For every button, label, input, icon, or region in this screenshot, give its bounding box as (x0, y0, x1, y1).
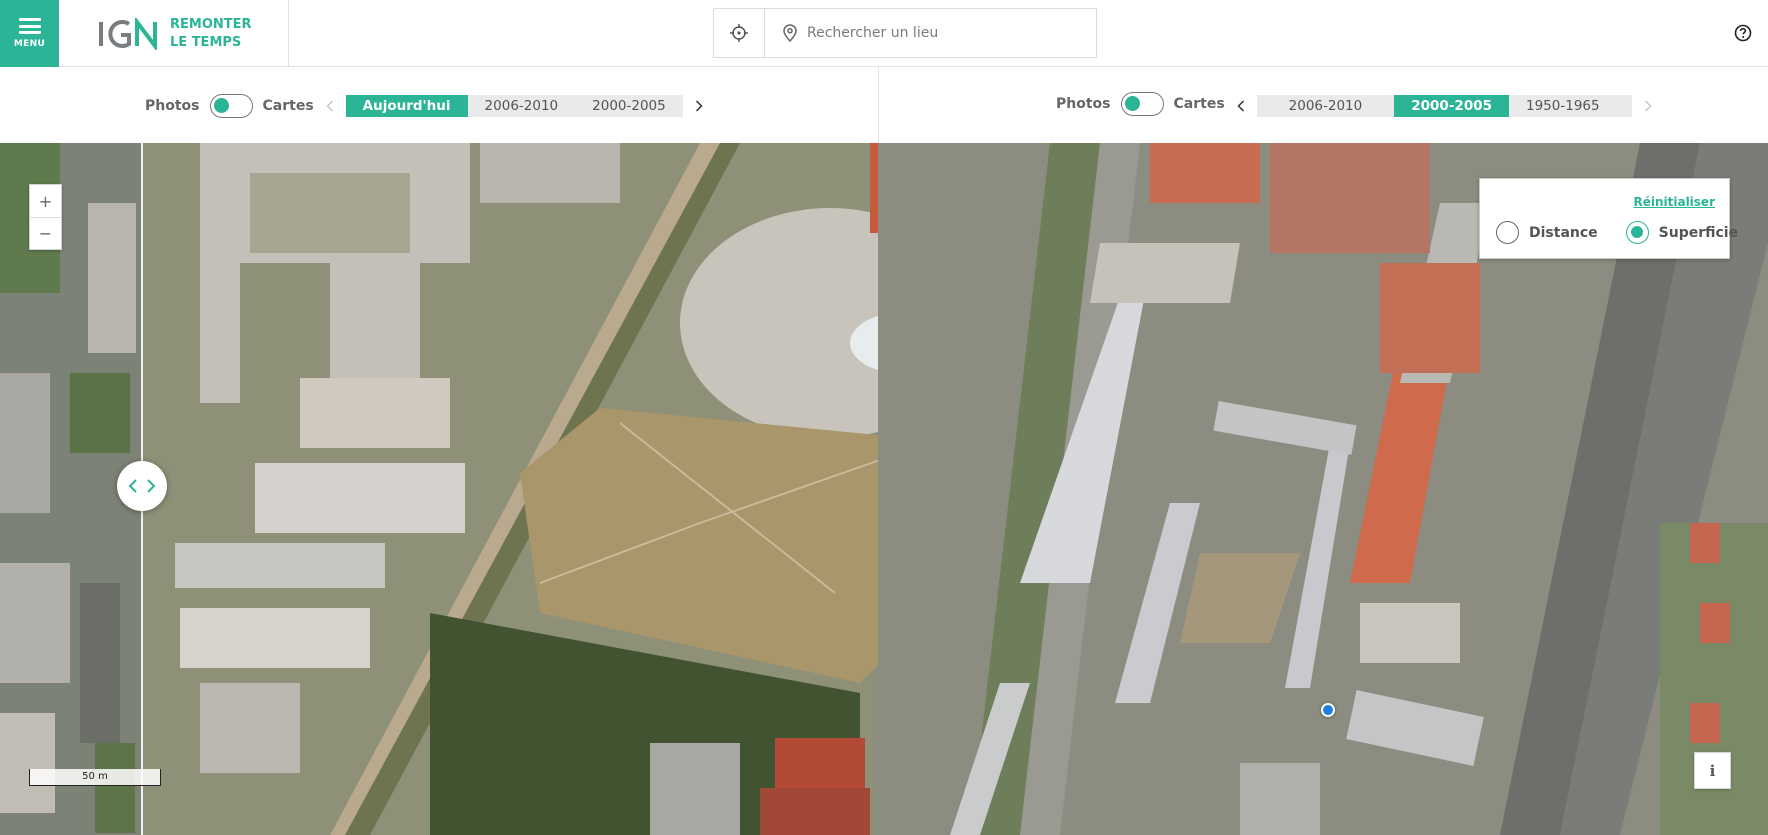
geolocate-button[interactable] (714, 9, 765, 57)
right-photos-label[interactable]: Photos (1056, 96, 1111, 112)
right-year-tabs: 2006-2010 2000-2005 1950-1965 (1256, 95, 1632, 117)
left-tab-aujourdhui[interactable]: Aujourd'hui (345, 95, 468, 117)
toggle-knob (1124, 96, 1140, 111)
current-position-marker (1321, 703, 1335, 717)
right-photos-cartes-toggle[interactable] (1120, 92, 1164, 116)
left-tab-2006-2010[interactable]: 2006-2010 (468, 95, 576, 117)
distance-radio[interactable] (1496, 221, 1519, 244)
chevron-left-icon (326, 100, 333, 112)
right-selector-row: Photos Cartes 2006-2010 2000-2005 1950-1… (1056, 92, 1658, 118)
surface-radio[interactable] (1625, 221, 1649, 244)
map-viewer[interactable]: + − 50 m Réinitialiser Distance Superfic… (0, 143, 1768, 835)
right-next-period-button[interactable] (1638, 94, 1658, 118)
right-tab-1950-1965[interactable]: 1950-1965 (1509, 95, 1632, 117)
toggle-knob (213, 98, 229, 113)
menu-button[interactable]: MENU (0, 0, 59, 67)
swipe-handle-icon (128, 479, 156, 493)
app-header: MENU REMONTER LE TEMPS (0, 0, 1768, 67)
zoom-control: + − (29, 184, 62, 250)
chevron-left-icon (1237, 100, 1244, 112)
search-field (765, 9, 1096, 57)
brand-line-2: LE TEMPS (170, 34, 242, 50)
info-button[interactable]: i (1694, 752, 1731, 789)
zoom-out-button[interactable]: − (30, 217, 61, 249)
menu-label: MENU (13, 39, 46, 49)
measure-mode-options: Distance Superficie (1496, 221, 1738, 244)
measure-panel: Réinitialiser Distance Superficie (1479, 178, 1738, 259)
right-tab-2006-2010[interactable]: 2006-2010 (1257, 95, 1395, 117)
chevron-right-icon (1644, 100, 1652, 112)
crosshair-icon (730, 24, 748, 42)
right-cartes-label[interactable]: Cartes (1174, 96, 1225, 112)
left-photos-label[interactable]: Photos (145, 98, 200, 114)
left-prev-period-button[interactable] (320, 94, 340, 118)
search-input[interactable] (807, 25, 1067, 41)
left-selector-row: Photos Cartes Aujourd'hui 2006-2010 2000… (145, 94, 709, 118)
menu-icon (18, 18, 41, 34)
ign-logo (99, 17, 157, 50)
distance-label[interactable]: Distance (1529, 225, 1598, 241)
search-bar (713, 8, 1097, 58)
brand-line-1: REMONTER (170, 16, 252, 32)
right-prev-period-button[interactable] (1231, 94, 1251, 118)
zoom-in-button[interactable]: + (30, 185, 61, 217)
swipe-handle[interactable] (117, 461, 167, 511)
left-cartes-label[interactable]: Cartes (263, 98, 314, 114)
location-pin-icon (783, 24, 797, 42)
left-year-tabs: Aujourd'hui 2006-2010 2000-2005 (345, 95, 683, 117)
left-layer-selector: Photos Cartes Aujourd'hui 2006-2010 2000… (0, 67, 879, 143)
brand[interactable]: REMONTER LE TEMPS (59, 0, 289, 67)
surface-label[interactable]: Superficie (1659, 225, 1738, 241)
right-tab-2000-2005[interactable]: 2000-2005 (1394, 95, 1509, 117)
brand-title: REMONTER LE TEMPS (170, 16, 252, 52)
scale-bar: 50 m (29, 769, 161, 786)
left-photos-cartes-toggle[interactable] (209, 94, 253, 118)
chevron-right-icon (695, 100, 703, 112)
reset-measure-link[interactable]: Réinitialiser (1633, 195, 1715, 209)
left-next-period-button[interactable] (689, 94, 709, 118)
right-layer-selector: Photos Cartes 2006-2010 2000-2005 1950-1… (879, 67, 1768, 143)
left-tab-2000-2005[interactable]: 2000-2005 (575, 95, 683, 117)
help-icon[interactable] (1734, 24, 1752, 42)
